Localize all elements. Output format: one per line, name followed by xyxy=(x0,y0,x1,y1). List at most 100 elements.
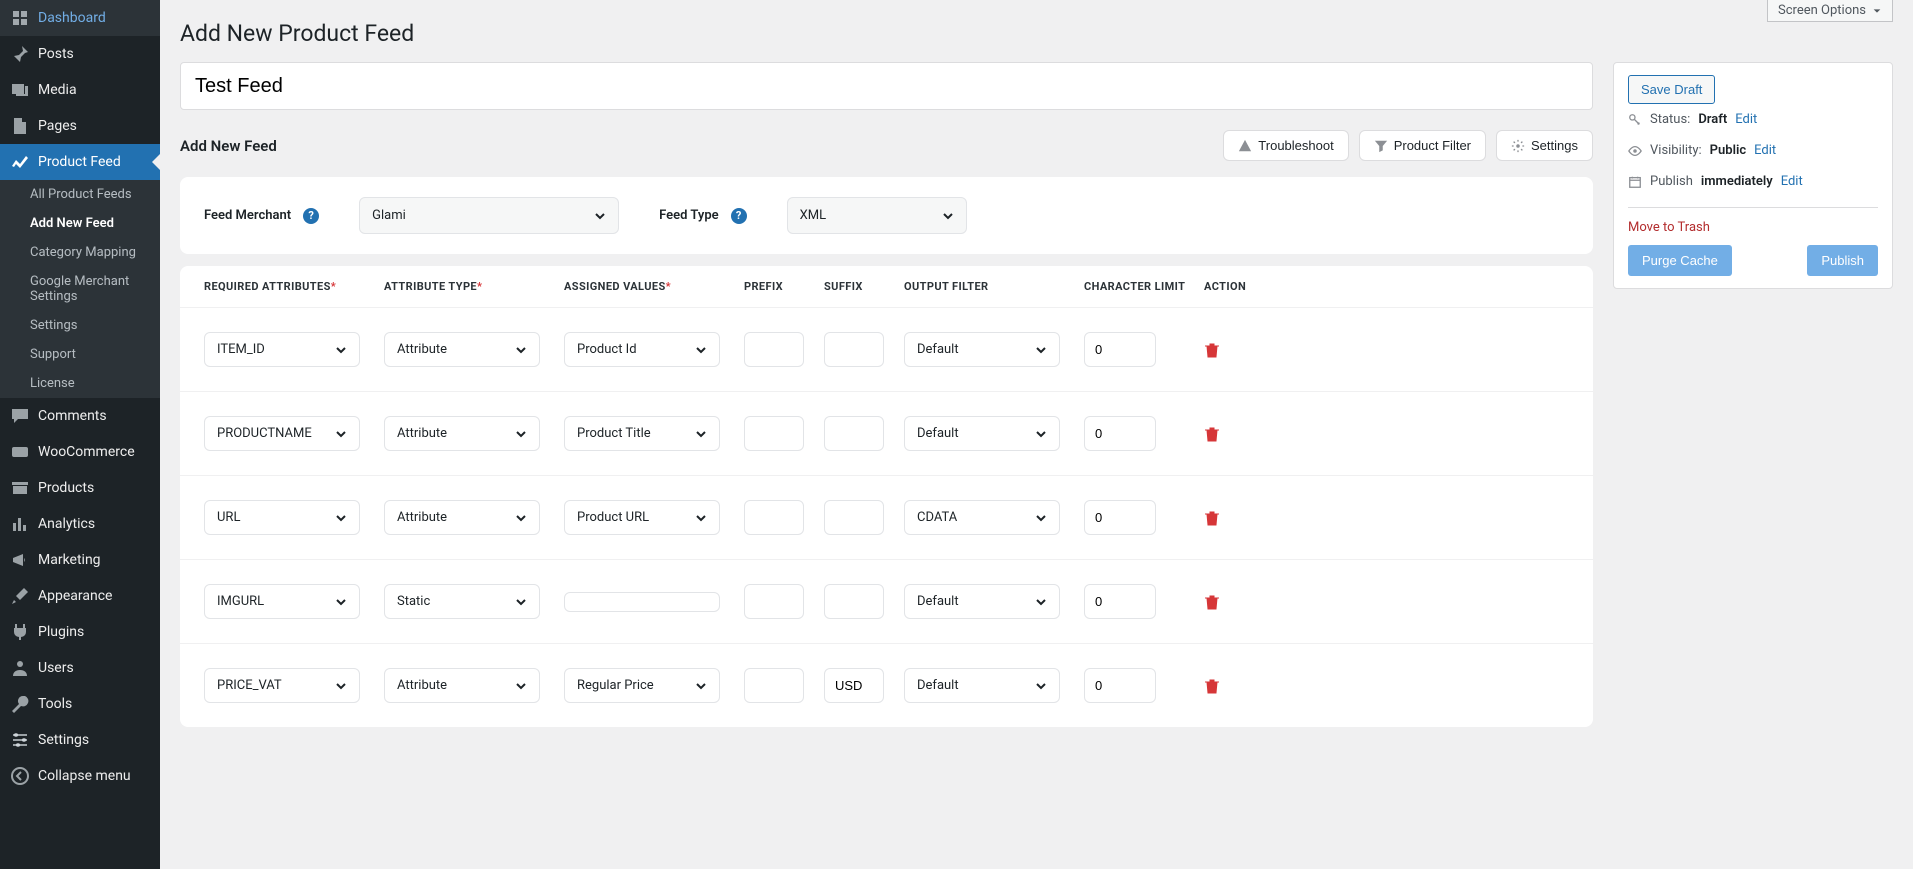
brush-icon xyxy=(10,586,30,606)
sidebar-item-tools[interactable]: Tools xyxy=(0,686,160,722)
purge-cache-button[interactable]: Purge Cache xyxy=(1628,245,1732,276)
required-attribute-select[interactable]: ITEM_ID xyxy=(204,332,360,367)
sidebar-item-label: Marketing xyxy=(38,552,101,568)
required-attribute-select[interactable]: URL xyxy=(204,500,360,535)
required-attribute-select[interactable]: PRICE_VAT xyxy=(204,668,360,703)
character-limit-input[interactable] xyxy=(1084,668,1156,703)
sidebar-item-comments[interactable]: Comments xyxy=(0,398,160,434)
schedule-edit-link[interactable]: Edit xyxy=(1781,174,1803,189)
gear-icon xyxy=(1511,139,1525,153)
delete-row-button[interactable] xyxy=(1204,678,1252,694)
chevron-down-icon xyxy=(515,596,527,608)
save-draft-button[interactable]: Save Draft xyxy=(1628,75,1715,104)
prefix-input[interactable] xyxy=(744,332,804,367)
sidebar-item-pages[interactable]: Pages xyxy=(0,108,160,144)
attribute-type-select[interactable]: Attribute xyxy=(384,500,540,535)
sidebar-item-collapse[interactable]: Collapse menu xyxy=(0,758,160,794)
suffix-input[interactable] xyxy=(824,584,884,619)
archive-icon xyxy=(10,478,30,498)
submenu-category-mapping[interactable]: Category Mapping xyxy=(0,238,160,267)
submenu-settings[interactable]: Settings xyxy=(0,311,160,340)
sidebar-item-marketing[interactable]: Marketing xyxy=(0,542,160,578)
attribute-type-select[interactable]: Static xyxy=(384,584,540,619)
prefix-input[interactable] xyxy=(744,416,804,451)
help-icon[interactable]: ? xyxy=(303,208,319,224)
publish-button[interactable]: Publish xyxy=(1807,245,1878,276)
settings-button[interactable]: Settings xyxy=(1496,130,1593,161)
delete-row-button[interactable] xyxy=(1204,426,1252,442)
suffix-input[interactable] xyxy=(824,416,884,451)
sidebar-item-posts[interactable]: Posts xyxy=(0,36,160,72)
required-attribute-select[interactable]: PRODUCTNAME xyxy=(204,416,360,451)
submenu-all-feeds[interactable]: All Product Feeds xyxy=(0,180,160,209)
media-icon xyxy=(10,80,30,100)
submenu-support[interactable]: Support xyxy=(0,340,160,369)
warning-icon xyxy=(1238,139,1252,153)
assigned-value-select[interactable]: Product URL xyxy=(564,500,720,535)
attribute-type-select[interactable]: Attribute xyxy=(384,416,540,451)
feed-type-value: XML xyxy=(800,208,827,223)
feed-type-select[interactable]: XML xyxy=(787,197,967,234)
feed-merchant-value: Glami xyxy=(372,208,406,223)
output-filter-select[interactable]: Default xyxy=(904,668,1060,703)
output-filter-select[interactable]: Default xyxy=(904,416,1060,451)
submenu-add-new-feed[interactable]: Add New Feed xyxy=(0,209,160,238)
help-icon[interactable]: ? xyxy=(731,208,747,224)
character-limit-input[interactable] xyxy=(1084,332,1156,367)
sidebar-item-appearance[interactable]: Appearance xyxy=(0,578,160,614)
settings-label: Settings xyxy=(1531,138,1578,153)
sidebar-item-woocommerce[interactable]: WooCommerce xyxy=(0,434,160,470)
troubleshoot-button[interactable]: Troubleshoot xyxy=(1223,130,1348,161)
sidebar-item-dashboard[interactable]: Dashboard xyxy=(0,0,160,36)
attribute-type-select[interactable]: Attribute xyxy=(384,668,540,703)
prefix-input[interactable] xyxy=(744,500,804,535)
submenu-license[interactable]: License xyxy=(0,369,160,398)
assigned-value-select[interactable]: Product Title xyxy=(564,416,720,451)
megaphone-icon xyxy=(10,550,30,570)
product-filter-button[interactable]: Product Filter xyxy=(1359,130,1486,161)
suffix-input[interactable] xyxy=(824,668,884,703)
screen-options-toggle[interactable]: Screen Options xyxy=(1767,0,1893,22)
sidebar-item-products[interactable]: Products xyxy=(0,470,160,506)
delete-row-button[interactable] xyxy=(1204,510,1252,526)
output-filter-select[interactable]: Default xyxy=(904,584,1060,619)
feed-title-input[interactable] xyxy=(180,62,1593,110)
attribute-type-select[interactable]: Attribute xyxy=(384,332,540,367)
character-limit-input[interactable] xyxy=(1084,416,1156,451)
output-filter-select[interactable]: CDATA xyxy=(904,500,1060,535)
suffix-input[interactable] xyxy=(824,500,884,535)
move-to-trash-link[interactable]: Move to Trash xyxy=(1628,220,1710,235)
assigned-value-select[interactable]: Product Id xyxy=(564,332,720,367)
required-attribute-select[interactable]: IMGURL xyxy=(204,584,360,619)
chevron-down-icon xyxy=(335,512,347,524)
output-filter-select[interactable]: Default xyxy=(904,332,1060,367)
sidebar-item-settings[interactable]: Settings xyxy=(0,722,160,758)
sidebar-item-users[interactable]: Users xyxy=(0,650,160,686)
chevron-down-icon xyxy=(515,428,527,440)
sidebar-item-analytics[interactable]: Analytics xyxy=(0,506,160,542)
status-edit-link[interactable]: Edit xyxy=(1735,112,1757,127)
delete-row-button[interactable] xyxy=(1204,594,1252,610)
sidebar-item-label: Analytics xyxy=(38,516,95,532)
feed-merchant-label: Feed Merchant xyxy=(204,208,291,223)
sidebar-item-plugins[interactable]: Plugins xyxy=(0,614,160,650)
visibility-edit-link[interactable]: Edit xyxy=(1754,143,1776,158)
character-limit-input[interactable] xyxy=(1084,584,1156,619)
sidebar-item-label: Product Feed xyxy=(38,154,121,170)
character-limit-input[interactable] xyxy=(1084,500,1156,535)
sidebar-item-media[interactable]: Media xyxy=(0,72,160,108)
sidebar-item-product-feed[interactable]: Product Feed xyxy=(0,144,160,180)
prefix-input[interactable] xyxy=(744,668,804,703)
sidebar-item-label: Posts xyxy=(38,46,74,62)
suffix-input[interactable] xyxy=(824,332,884,367)
feed-merchant-select[interactable]: Glami xyxy=(359,197,619,234)
submenu-google-merchant[interactable]: Google Merchant Settings xyxy=(0,267,160,311)
calendar-icon xyxy=(1628,175,1642,189)
product-feed-submenu: All Product Feeds Add New Feed Category … xyxy=(0,180,160,398)
prefix-input[interactable] xyxy=(744,584,804,619)
publish-box: Save Draft Status: Draft Edit Visibility… xyxy=(1613,62,1893,289)
delete-row-button[interactable] xyxy=(1204,342,1252,358)
assigned-value-select[interactable]: Regular Price xyxy=(564,668,720,703)
chevron-down-icon xyxy=(942,210,954,222)
assigned-value-select[interactable] xyxy=(564,592,720,612)
